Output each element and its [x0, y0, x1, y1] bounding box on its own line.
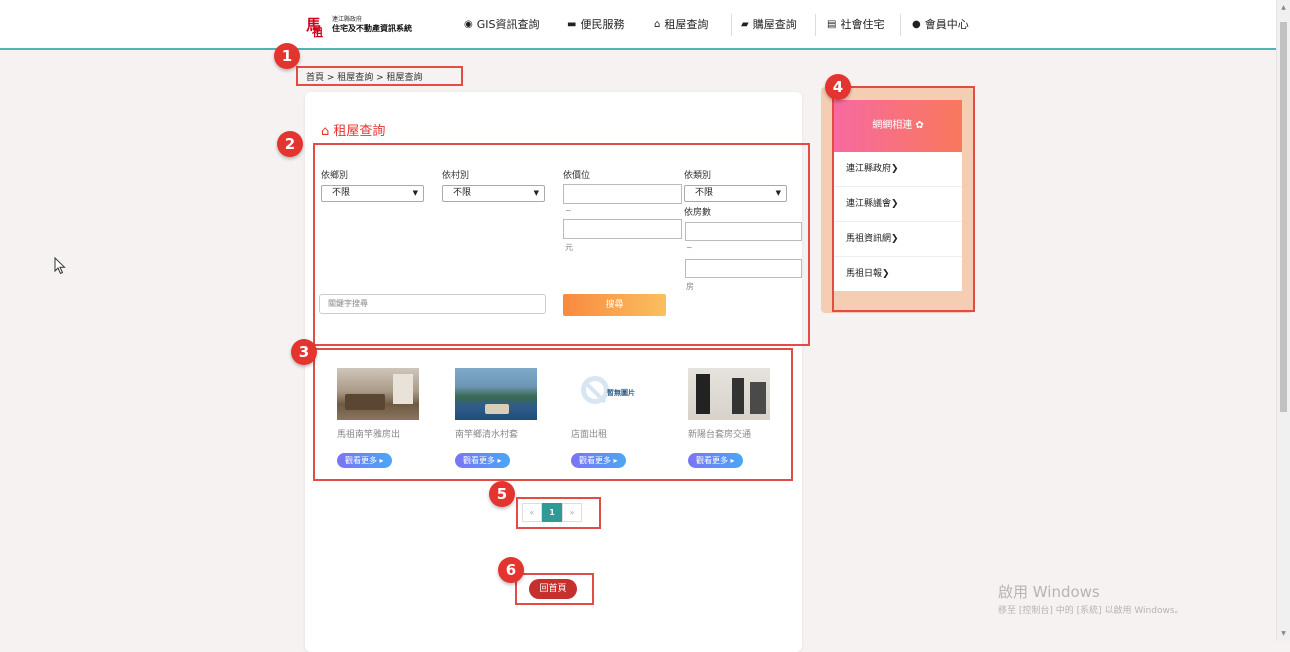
- nav-divider: [815, 14, 816, 36]
- nav-services-label: 便民服務: [580, 18, 625, 31]
- annotation-box-1: [296, 66, 463, 86]
- nav-member[interactable]: ● 會員中心: [912, 0, 969, 48]
- annotation-box-3: [313, 348, 793, 481]
- building-icon: ▤: [827, 18, 837, 30]
- book-icon: ▰: [741, 18, 749, 30]
- annotation-box-6: [515, 573, 594, 605]
- scrollbar-thumb[interactable]: [1280, 22, 1287, 412]
- nav-buy[interactable]: ▰ 購屋查詢: [741, 0, 797, 48]
- nav-gis-label: GIS資訊查詢: [476, 18, 540, 31]
- scroll-up-icon[interactable]: ▲: [1277, 4, 1290, 11]
- logo-subtitle: 連江縣政府: [332, 16, 363, 23]
- globe-icon: ◉: [464, 18, 473, 30]
- watermark-title: 啟用 Windows: [998, 583, 1100, 601]
- nav-social-housing-label: 社會住宅: [840, 18, 885, 31]
- annotation-badge-5: 5: [489, 481, 515, 507]
- nav-divider: [900, 14, 901, 36]
- annotation-box-5: [516, 497, 601, 529]
- logo-mark-icon: 馬祖: [306, 16, 323, 39]
- nav-rent-label: 租屋查詢: [664, 18, 709, 31]
- mouse-cursor-icon: [54, 257, 66, 275]
- nav-gis[interactable]: ◉ GIS資訊查詢: [464, 0, 540, 48]
- briefcase-icon: ▬: [567, 18, 577, 30]
- nav-divider: [731, 14, 732, 36]
- home-icon: ⌂: [321, 124, 330, 139]
- nav-services[interactable]: ▬ 便民服務: [567, 0, 624, 48]
- watermark-subtitle: 移至 [控制台] 中的 [系統] 以啟用 Windows。: [998, 606, 1184, 616]
- nav-member-label: 會員中心: [924, 18, 969, 31]
- nav-rent[interactable]: ⌂ 租屋查詢: [654, 0, 708, 48]
- site-logo[interactable]: 馬祖 連江縣政府 住宅及不動產資訊系統: [306, 14, 412, 39]
- page-title-text: 租屋查詢: [333, 124, 386, 139]
- annotation-badge-1: 1: [274, 43, 300, 69]
- vertical-scrollbar[interactable]: ▲ ▼: [1276, 0, 1290, 641]
- home-icon: ⌂: [654, 18, 661, 30]
- annotation-box-4: [832, 86, 975, 312]
- annotation-badge-6: 6: [498, 557, 524, 583]
- logo-title: 住宅及不動產資訊系統: [332, 24, 412, 33]
- annotation-badge-3: 3: [291, 339, 317, 365]
- scroll-down-icon[interactable]: ▼: [1277, 630, 1290, 637]
- windows-activation-watermark: 啟用 Windows 移至 [控制台] 中的 [系統] 以啟用 Windows。: [998, 581, 1184, 616]
- annotation-badge-2: 2: [277, 131, 303, 157]
- annotation-box-2: [313, 143, 810, 346]
- user-icon: ●: [912, 18, 921, 30]
- nav-social-housing[interactable]: ▤ 社會住宅: [827, 0, 884, 48]
- annotation-badge-4: 4: [825, 74, 851, 100]
- page-title: ⌂ 租屋查詢: [321, 120, 385, 139]
- nav-buy-label: 購屋查詢: [752, 18, 797, 31]
- top-navbar: 馬祖 連江縣政府 住宅及不動產資訊系統 ◉ GIS資訊查詢 ▬ 便民服務 ⌂ 租…: [0, 0, 1277, 50]
